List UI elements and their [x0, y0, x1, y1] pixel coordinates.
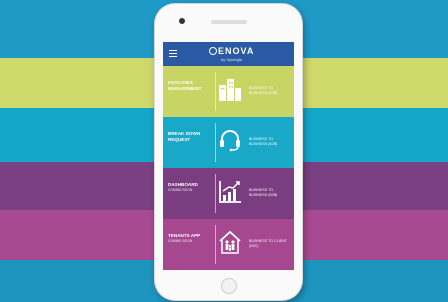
chart-icon	[219, 181, 241, 203]
home-button[interactable]	[221, 278, 237, 294]
phone-device: ENOVA by Synergie FACILITIES MANAGEMENT …	[155, 4, 302, 300]
brand-subtitle: by Synergie	[221, 57, 243, 62]
tile-description: BUSINESS TO BUSINESS (B2B)	[249, 188, 278, 197]
tile-title: FACILITIES MANAGEMENT	[168, 80, 202, 91]
headset-icon	[220, 130, 240, 152]
tile-divider	[215, 123, 216, 162]
tile-divider	[215, 72, 216, 111]
tile-description: BUSINESS TO BUSINESS (B2B)	[249, 86, 278, 95]
logo-mark-icon	[209, 47, 217, 55]
app-logo: ENOVA	[209, 46, 254, 56]
tile-tenants-app[interactable]: TENANTS APP COMING SOON BUSINESS TO CLIEN…	[163, 219, 294, 270]
earpiece-speaker	[211, 20, 247, 24]
tile-title: DASHBOARD COMING SOON	[168, 182, 198, 192]
app-screen: ENOVA by Synergie FACILITIES MANAGEMENT …	[163, 42, 294, 270]
buildings-icon	[219, 79, 241, 101]
tile-divider	[215, 225, 216, 264]
tile-dashboard[interactable]: DASHBOARD COMING SOON BUSINESS TO BUSINES…	[163, 168, 294, 219]
hamburger-menu-icon[interactable]	[169, 50, 177, 58]
tile-title: BREAK DOWN REQUEST	[168, 131, 201, 142]
tile-break-down-request[interactable]: BREAK DOWN REQUEST BUSINESS TO BUSINESS …	[163, 117, 294, 168]
family-house-icon	[219, 230, 241, 254]
tile-divider	[215, 174, 216, 213]
front-camera	[179, 18, 185, 24]
promo-scene: ENOVA by Synergie FACILITIES MANAGEMENT …	[0, 0, 448, 302]
brand-name: ENOVA	[218, 46, 255, 56]
tile-description: BUSINESS TO CLIENT (B2C)	[249, 239, 287, 248]
tile-facilities-management[interactable]: FACILITIES MANAGEMENT BUSINESS TO BUSINE…	[163, 66, 294, 117]
tile-description: BUSINESS TO BUSINESS (B2B)	[249, 137, 278, 146]
tile-title: TENANTS APP COMING SOON	[168, 233, 201, 243]
app-header: ENOVA by Synergie	[163, 42, 294, 66]
